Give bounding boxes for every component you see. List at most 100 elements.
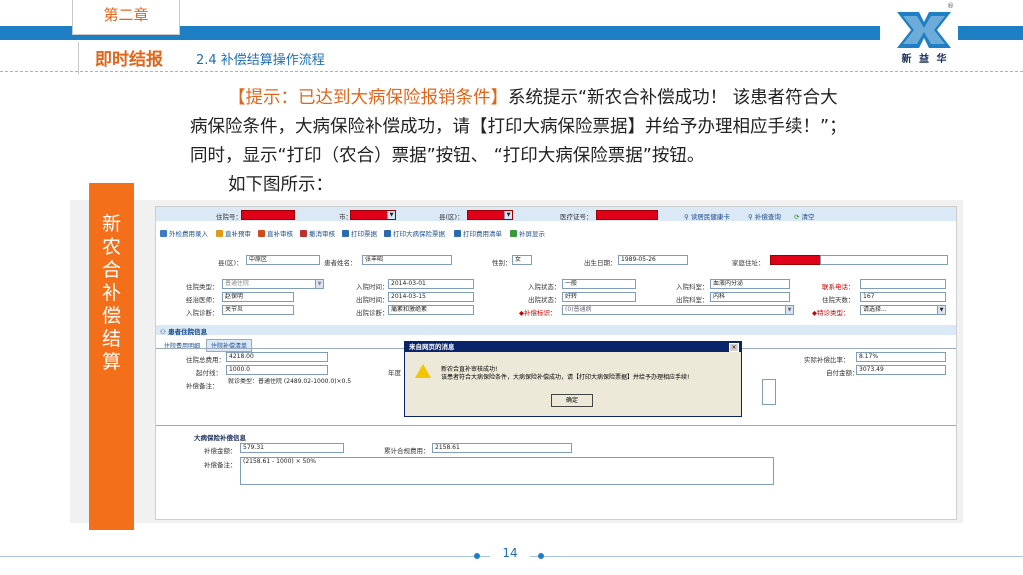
patient-county-label: 县(区)： — [218, 259, 243, 267]
in-dept-field[interactable]: 血液内分泌 — [710, 279, 790, 289]
query-comp-button[interactable]: ⚲ 补偿查询 — [748, 211, 781, 221]
page-number: 14 — [490, 546, 530, 560]
toolbar-button-label: 直补预审 — [225, 230, 251, 238]
description: 【提示：已达到大病保险报销条件】系统提示“新农合补偿成功！ 该患者符合大 病保险… — [190, 84, 930, 200]
toolbar-button-7[interactable]: 打印费用清单 — [454, 228, 502, 238]
special-value: 请选择... — [863, 306, 887, 313]
total-field[interactable]: 4218.00 — [226, 352, 328, 362]
out-diag-field[interactable]: 痛紊和激绝紊 — [388, 305, 474, 315]
out-diag-label: 出院诊断： — [356, 309, 389, 317]
info-strip — [156, 325, 956, 335]
doctor-field[interactable]: 赵保明 — [222, 292, 294, 302]
special-label: ◆特诊类型： — [812, 309, 850, 317]
clear-button[interactable]: ⟳ 清空 — [794, 211, 815, 221]
tab-fee-detail[interactable]: 住院费用明细 — [160, 340, 204, 351]
patient-name-label: 患者姓名： — [324, 259, 357, 267]
section-info-label: 患者住院信息 — [168, 328, 208, 336]
comp-flag-select[interactable]: (0)普通病 ▼ — [562, 305, 794, 315]
in-diag-field[interactable]: 关节炎 — [222, 305, 294, 315]
side-banner-char: 合 — [101, 259, 121, 281]
out-dept-field[interactable]: 内科 — [710, 292, 790, 302]
side-banner-char: 新 — [101, 213, 121, 235]
description-line-2: 病保险条件，大病保险补偿成功，请【打印大病保险票据】并给予办理相应手续！”； — [190, 117, 847, 137]
birth-field[interactable]: 1989-05-26 — [618, 255, 688, 265]
special-select[interactable]: 请选择... ▼ — [860, 305, 946, 315]
out-state-field[interactable]: 好转 — [562, 292, 636, 302]
toolbar-button-2[interactable]: 直补预审 — [216, 228, 251, 238]
doctor-label: 经治医师： — [186, 296, 219, 304]
toolbar-button-label: 打印大病保险票据 — [393, 230, 445, 238]
county-select[interactable]: ▼ — [467, 210, 513, 220]
dialog-message-line-2: 该患者符合大病保险条件，大病保险补偿成功，请【打印大病保险票据】并给予办理相应手… — [441, 374, 690, 381]
dialog-message: 新农合直补审核成功! 该患者符合大病保险条件，大病保险补偿成功，请【打印大病保险… — [441, 366, 689, 382]
ratio-field[interactable]: 8.17% — [856, 352, 946, 362]
header-bar-right — [958, 26, 1023, 40]
in-time-field[interactable]: 2014-03-01 — [388, 279, 474, 289]
out-dept-label: 出院科室： — [676, 296, 709, 304]
chevron-down-icon: ▼ — [387, 211, 395, 219]
chevron-down-icon: ▼ — [504, 211, 512, 219]
description-line-1-text: 系统提示“新农合补偿成功！ 该患者符合大 — [508, 88, 838, 108]
side-banner-char: 结 — [101, 328, 121, 350]
start-label: 起付线： — [196, 369, 222, 377]
self-field[interactable]: 3073.49 — [856, 365, 946, 375]
side-banner-char: 算 — [101, 351, 121, 373]
toolbar-button-5[interactable]: 打印票据 — [342, 228, 377, 238]
side-banner-char: 偿 — [101, 305, 121, 327]
screen-icon — [510, 230, 517, 237]
phone-field[interactable] — [860, 279, 946, 289]
out-state-label: 出院状态： — [528, 296, 561, 304]
tab-comp-list[interactable]: 住院补偿清单 — [205, 339, 252, 352]
toolbar-button-label: 直补审核 — [267, 230, 293, 238]
out-time-label: 出院时间： — [356, 296, 389, 304]
chapter-subtitle: 即时结报 — [78, 42, 179, 74]
medical-card-label: 医疗证号： — [560, 213, 593, 221]
self-label: 自付金额： — [826, 369, 859, 377]
note-scrollbar[interactable] — [762, 379, 776, 405]
user-icon — [258, 230, 265, 237]
serious-cum-field[interactable]: 2158.61 — [432, 443, 572, 453]
toolbar-button-8[interactable]: 补屏显示 — [510, 228, 545, 238]
address-field-extra[interactable] — [820, 255, 948, 265]
toolbar-button-3[interactable]: 直补审核 — [258, 228, 293, 238]
hospital-no-input[interactable] — [241, 210, 295, 220]
logo-mark-icon: ® — [897, 2, 954, 48]
serious-title: 大病保险补偿信息 — [194, 434, 246, 442]
county-label: 县(区)： — [439, 213, 464, 221]
toolbar-button-4[interactable]: 撤消审核 — [300, 228, 335, 238]
days-field[interactable]: 167 — [860, 292, 946, 302]
patient-county-field[interactable]: 中原区 — [246, 255, 320, 265]
ok-button[interactable]: 确定 — [551, 394, 593, 407]
toolbar-button-1[interactable]: 外检费用录入 — [160, 228, 208, 238]
printer-icon — [384, 230, 391, 237]
medical-card-input[interactable] — [596, 210, 658, 220]
printer-icon — [454, 230, 461, 237]
start-field[interactable]: 1000.0 — [226, 365, 328, 375]
patient-name-field[interactable]: 张丰昭 — [362, 255, 452, 265]
section-title: 2.4 补偿结算操作流程 — [196, 53, 325, 68]
type-label: 住院类型： — [186, 283, 219, 291]
serious-cum-label: 累计合规费用： — [384, 447, 430, 455]
read-card-button[interactable]: ⚲ 读居民健康卡 — [684, 211, 730, 221]
gender-label: 性别： — [492, 259, 512, 267]
toolbar-button-label: 撤消审核 — [309, 230, 335, 238]
serious-amount-field[interactable]: 579.31 — [240, 443, 344, 453]
address-field[interactable] — [770, 255, 822, 265]
type-select[interactable]: 普通住院 ▼ — [222, 279, 324, 289]
city-select[interactable]: ▼ — [350, 210, 396, 220]
edit-icon — [160, 230, 167, 237]
logo-text: 新 益 华 — [901, 54, 949, 65]
gender-field[interactable]: 女 — [512, 255, 532, 265]
close-icon[interactable]: × — [729, 343, 739, 352]
toolbar-button-6[interactable]: 打印大病保险票据 — [384, 228, 445, 238]
serious-note-field[interactable]: (2158.61 - 1000) × 50% — [240, 457, 774, 485]
dialog-message-line-1: 新农合直补审核成功! — [441, 366, 498, 373]
footer-dot-right — [538, 553, 544, 559]
company-logo: ® 新 益 华 — [893, 0, 955, 66]
out-time-field[interactable]: 2014-03-15 — [388, 292, 474, 302]
description-line-3: 同时，显示“打印（农合）票据”按钮、 “打印大病保险票据”按钮。 — [190, 146, 705, 166]
in-state-field[interactable]: 一般 — [562, 279, 636, 289]
note-field[interactable]: 就诊类型：普通住院 (2489.02-1000.0)×0.5 — [226, 378, 404, 386]
description-line-1: 【提示：已达到大病保险报销条件】系统提示“新农合补偿成功！ 该患者符合大 — [190, 84, 930, 113]
in-state-label: 入院状态： — [528, 283, 561, 291]
